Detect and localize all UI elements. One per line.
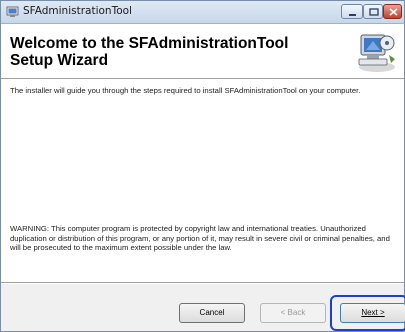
setup-wizard-computer-icon: [358, 34, 395, 72]
maximize-button[interactable]: [363, 4, 383, 19]
page-title: Welcome to the SFAdministrationTool Setu…: [10, 35, 289, 69]
intro-text: The installer will guide you through the…: [10, 86, 361, 95]
window-title: SFAdministrationTool: [23, 5, 132, 17]
cancel-button[interactable]: Cancel: [179, 303, 245, 323]
wizard-header: Welcome to the SFAdministrationTool Setu…: [1, 24, 404, 79]
next-button-label: Next >: [361, 308, 385, 317]
minimize-button[interactable]: [341, 4, 363, 19]
copyright-warning-text: WARNING: This computer program is protec…: [10, 224, 390, 253]
close-icon: [389, 8, 398, 16]
wizard-footer: Cancel < Back Next >: [1, 284, 405, 331]
installer-window: SFAdministrationTool Welcome to the SFAd…: [0, 0, 405, 332]
maximize-icon: [369, 8, 379, 16]
next-button[interactable]: Next >: [340, 303, 405, 323]
back-button[interactable]: < Back: [260, 303, 326, 323]
installer-app-icon: [6, 6, 19, 17]
wizard-content: The installer will guide you through the…: [1, 79, 404, 282]
minimize-icon: [349, 14, 356, 16]
close-button[interactable]: [383, 4, 402, 19]
title-bar[interactable]: SFAdministrationTool: [1, 1, 404, 24]
